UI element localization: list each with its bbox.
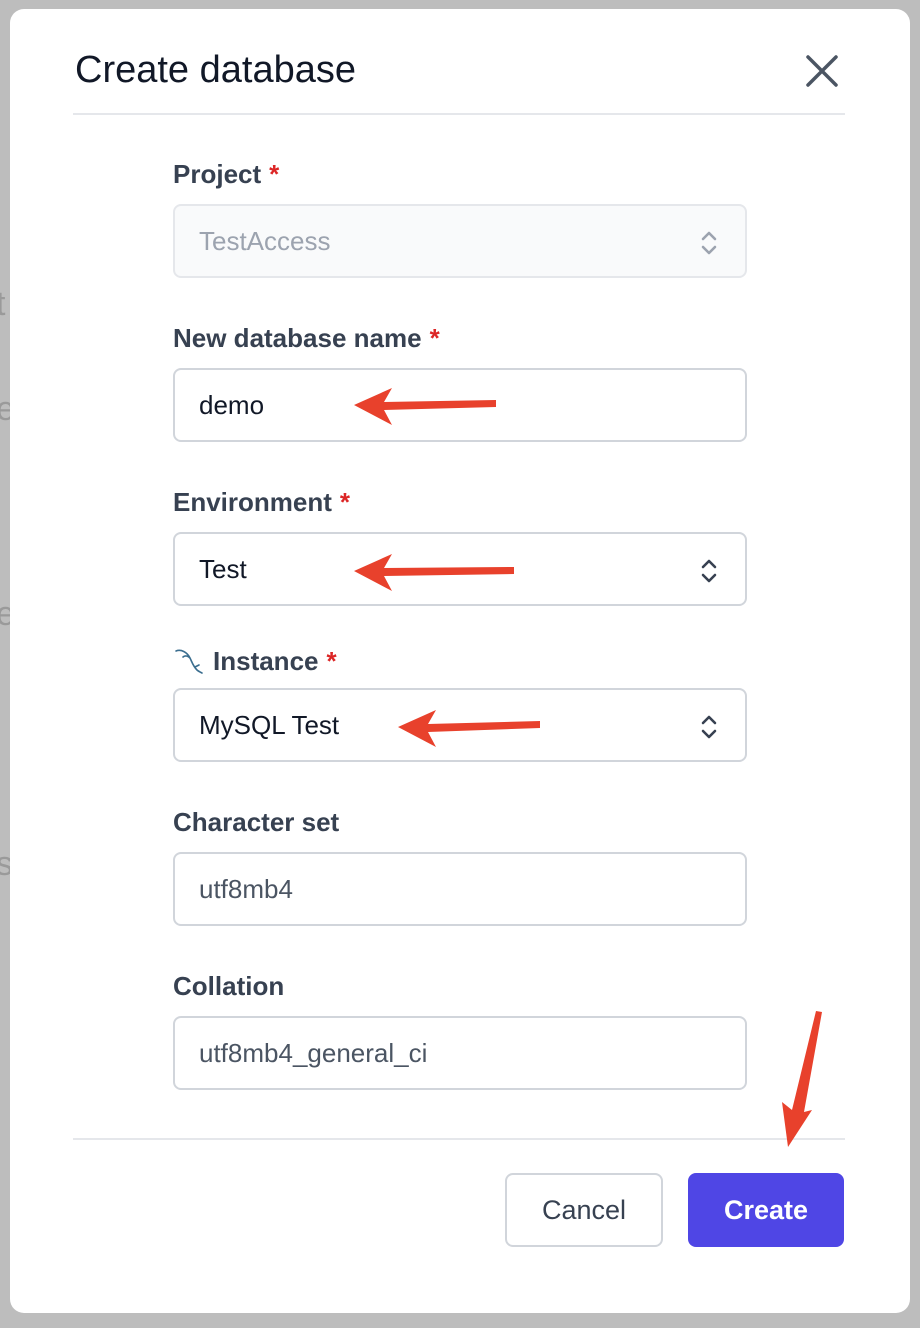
close-icon: [806, 55, 838, 87]
required-marker: *: [326, 645, 337, 676]
charset-label: Character set: [173, 807, 339, 838]
create-button[interactable]: Create: [688, 1173, 844, 1247]
close-button[interactable]: [800, 49, 844, 93]
header-divider: [73, 113, 845, 115]
collation-label-text: Collation: [173, 971, 285, 1001]
background-fragment: t: [0, 285, 6, 323]
create-database-dialog: Create database Project * TestAccess New…: [10, 9, 910, 1313]
project-label-text: Project: [173, 159, 262, 189]
dialog-title: Create database: [75, 49, 356, 91]
collation-input-value: utf8mb4_general_ci: [199, 1037, 428, 1068]
environment-label: Environment *: [173, 487, 350, 518]
required-marker: *: [429, 323, 440, 353]
instance-select-value: MySQL Test: [199, 709, 340, 740]
charset-label-text: Character set: [173, 807, 340, 837]
cancel-button[interactable]: Cancel: [505, 1173, 663, 1247]
charset-input[interactable]: utf8mb4: [173, 852, 747, 926]
instance-select[interactable]: MySQL Test: [173, 688, 747, 762]
footer-divider: [73, 1138, 845, 1140]
required-marker: *: [269, 159, 280, 189]
charset-input-value: utf8mb4: [199, 873, 293, 904]
chevron-up-down-icon: [701, 231, 717, 255]
environment-label-text: Environment: [173, 487, 332, 517]
db-name-label: New database name *: [173, 323, 440, 354]
db-name-input-value: demo: [199, 389, 265, 420]
chevron-up-down-icon: [701, 559, 717, 583]
collation-label: Collation: [173, 971, 284, 1002]
project-select-value: TestAccess: [199, 225, 331, 256]
project-label: Project *: [173, 159, 279, 190]
instance-label: Instance *: [173, 645, 337, 677]
mysql-dolphin-icon: [175, 649, 203, 674]
chevron-up-down-icon: [701, 715, 717, 739]
environment-select[interactable]: Test: [173, 532, 747, 606]
instance-label-text: Instance: [213, 645, 319, 676]
project-select[interactable]: TestAccess: [173, 204, 747, 278]
db-name-input[interactable]: demo: [173, 368, 747, 442]
collation-input[interactable]: utf8mb4_general_ci: [173, 1016, 747, 1090]
environment-select-value: Test: [199, 553, 247, 584]
db-name-label-text: New database name: [173, 323, 422, 353]
annotation-arrow: [782, 1011, 822, 1147]
required-marker: *: [339, 487, 351, 517]
